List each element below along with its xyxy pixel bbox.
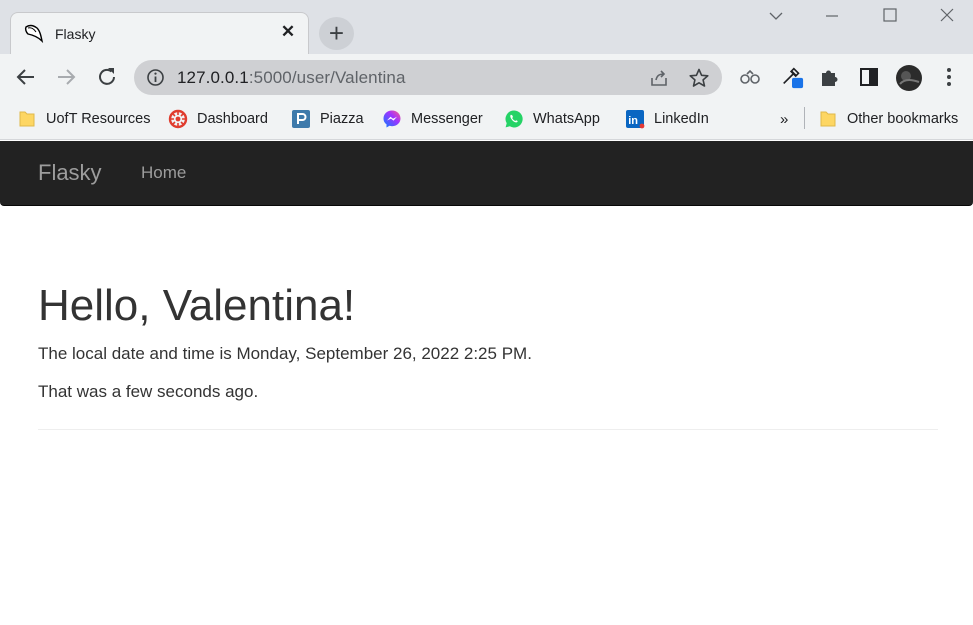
bookmark-whatsapp[interactable]: WhatsApp	[504, 108, 600, 130]
site-navbar: Flasky Home	[0, 141, 973, 206]
linkedin-icon: in	[626, 110, 645, 129]
other-bookmarks-folder[interactable]: Other bookmarks	[818, 108, 958, 130]
url-text: 127.0.0.1:5000/user/Valentina	[177, 68, 406, 88]
piazza-icon	[292, 110, 310, 128]
bookmark-label: UofT Resources	[46, 111, 151, 127]
site-info-icon[interactable]	[146, 68, 165, 87]
svg-text:in: in	[628, 115, 638, 127]
browser-titlebar: Flasky ✕ +	[0, 0, 973, 54]
browser-toolbar: 127.0.0.1:5000/user/Valentina	[0, 54, 973, 100]
eyedropper-extension-icon[interactable]	[780, 65, 804, 89]
bookmark-uoft-resources[interactable]: UofT Resources	[17, 108, 151, 130]
local-datetime-text: The local date and time is Monday, Septe…	[38, 344, 532, 363]
other-bookmarks-label: Other bookmarks	[847, 111, 959, 127]
whatsapp-icon	[505, 110, 523, 128]
maximize-icon[interactable]	[875, 4, 905, 28]
bookmark-linkedin[interactable]: in LinkedIn	[625, 108, 709, 130]
flask-horn-icon	[24, 24, 44, 44]
tab-title: Flasky	[55, 26, 96, 42]
tab-search-chevron-icon[interactable]	[761, 4, 791, 28]
chrome-menu-icon[interactable]	[937, 65, 961, 89]
profile-avatar-icon[interactable]	[895, 64, 923, 92]
forward-arrow-icon[interactable]	[53, 64, 79, 90]
extensions-puzzle-icon[interactable]	[818, 65, 842, 89]
new-tab-button[interactable]: +	[319, 17, 354, 50]
close-window-icon[interactable]	[932, 4, 962, 28]
address-bar[interactable]: 127.0.0.1:5000/user/Valentina	[134, 60, 722, 95]
folder-icon	[820, 111, 836, 127]
side-panel-icon[interactable]	[857, 65, 881, 89]
extension-link-icon[interactable]	[738, 65, 762, 89]
url-path: :5000/user/Valentina	[248, 68, 406, 87]
bookmark-label: WhatsApp	[533, 111, 600, 127]
back-arrow-icon[interactable]	[13, 64, 39, 90]
share-icon[interactable]	[648, 67, 670, 89]
bookmarks-overflow-button[interactable]: »	[780, 108, 788, 130]
reload-icon[interactable]	[94, 64, 120, 90]
bookmark-label: Messenger	[411, 111, 483, 127]
bookmark-star-icon[interactable]	[688, 67, 710, 89]
navbar-brand[interactable]: Flasky	[38, 160, 102, 186]
url-host: 127.0.0.1	[177, 68, 249, 87]
bookmark-dashboard[interactable]: Dashboard	[168, 108, 268, 130]
page-content: Hello, Valentina! The local date and tim…	[38, 280, 938, 430]
bookmark-messenger[interactable]: Messenger	[382, 108, 483, 130]
dashboard-icon	[168, 109, 188, 129]
nav-link-home[interactable]: Home	[141, 163, 186, 183]
messenger-icon	[383, 110, 401, 128]
bookmark-piazza[interactable]: Piazza	[291, 108, 364, 130]
minimize-icon[interactable]	[817, 4, 847, 28]
page-heading: Hello, Valentina!	[38, 281, 356, 330]
folder-icon	[19, 111, 35, 127]
bookmark-label: Piazza	[320, 111, 364, 127]
bookmarks-bar: UofT Resources Dashboard Piazza Messenge…	[0, 100, 973, 140]
relative-time-text: That was a few seconds ago.	[38, 382, 259, 401]
bookmark-label: Dashboard	[197, 111, 268, 127]
horizontal-rule	[38, 429, 938, 430]
bookmarks-divider	[804, 107, 805, 129]
overflow-chevron-icon: »	[780, 110, 789, 128]
tab-close-icon[interactable]: ✕	[278, 22, 298, 42]
bookmark-label: LinkedIn	[654, 111, 709, 127]
browser-tab[interactable]: Flasky ✕	[10, 12, 309, 54]
